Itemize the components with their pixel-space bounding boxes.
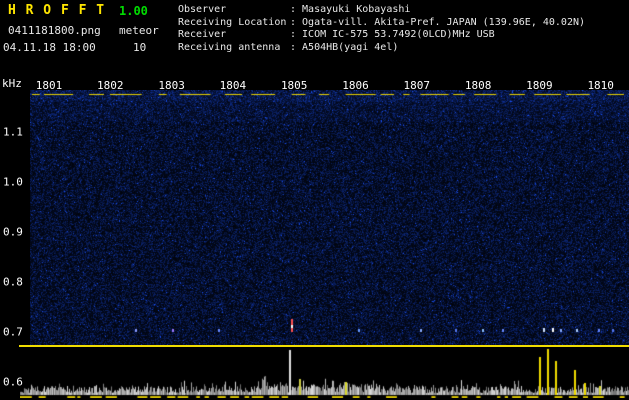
frequency-tick-label: 1.1 [3, 125, 23, 139]
frequency-tick-label: 0.8 [3, 275, 23, 289]
output-filename: 0411181800.png [8, 24, 101, 37]
info-label: Receiving antenna [178, 41, 281, 53]
time-tick-label: 1802 [97, 79, 124, 92]
time-tick-label: 1801 [35, 79, 63, 92]
observation-datetime: 04.11.18 18:00 [3, 41, 96, 54]
info-row: Receiver : ICOM IC-575 53.7492(0LCD)MHz U… [178, 29, 585, 42]
time-tick-label: 1804 [219, 79, 247, 92]
info-row: Receiving Location: Ogata-vill. Akita-Pr… [178, 17, 585, 30]
info-value: : ICOM IC-575 53.7492(0LCD)MHz USB [290, 29, 495, 40]
time-tick-label: 1810 [587, 79, 614, 92]
info-label: Receiver [178, 29, 227, 40]
info-value: : Ogata-vill. Akita-Pref. JAPAN (139.96E… [290, 16, 586, 28]
info-row: Receiving antenna : A504HB(yagi 4el) [178, 42, 585, 55]
time-tick-label: 1805 [280, 79, 308, 92]
separator-line [19, 345, 629, 347]
frequency-tick-label: 1.0 [3, 175, 23, 189]
info-value: : A504HB(yagi 4el) [290, 41, 399, 53]
spectrogram-canvas [30, 90, 629, 346]
hrofft-output-window: H R O F F T 1.00 0411181800.png meteor 0… [0, 0, 629, 400]
info-label: Receiving Location [178, 16, 287, 28]
app-version: 1.00 [119, 4, 148, 18]
meteor-count: 10 [133, 41, 147, 54]
time-tick-label: 1806 [342, 79, 369, 92]
frequency-tick-label: 0.6 [3, 375, 23, 389]
info-label: Observer [178, 4, 227, 15]
frequency-tick-label: 0.9 [3, 225, 23, 239]
info-row: Observer : Masayuki Kobayashi [178, 4, 585, 17]
signal-level-canvas [20, 348, 629, 398]
time-tick-label: 1807 [403, 79, 431, 92]
station-info-table: Observer: Masayuki Kobayashi Receiving Lo… [178, 4, 585, 54]
time-tick-label: 1809 [526, 79, 553, 92]
frequency-unit-label: kHz [2, 77, 22, 90]
mode-label: meteor [119, 24, 159, 37]
time-tick-label: 1803 [158, 79, 185, 92]
frequency-tick-label: 0.7 [3, 325, 23, 339]
app-title: H R O F F T [8, 3, 106, 18]
info-value: : Masayuki Kobayashi [290, 4, 411, 15]
time-tick-label: 1808 [464, 79, 492, 92]
